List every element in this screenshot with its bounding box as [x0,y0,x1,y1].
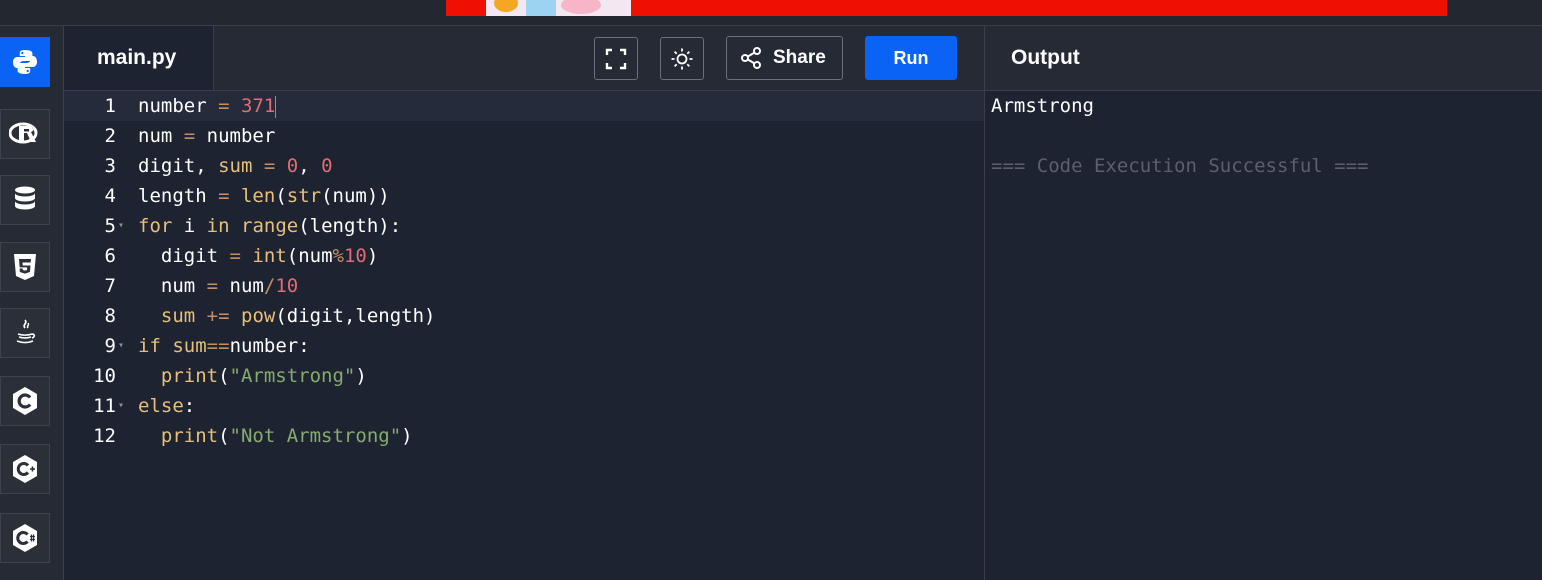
file-tab[interactable]: main.py [64,26,214,90]
code-text: if sum==number: [138,335,310,357]
html5-icon [14,254,36,280]
code-line: 1 number = 371 [64,91,984,121]
fold-arrow-icon[interactable]: ▾ [118,331,124,361]
cpp-lang-button[interactable] [0,444,50,494]
share-label: Share [773,47,826,68]
fold-arrow-icon[interactable]: ▾ [118,391,124,421]
line-number: 12 [93,425,116,447]
sql-lang-button[interactable] [0,175,50,225]
csharp-lang-button[interactable] [0,513,50,563]
code-line: 7 num = num/10 [64,271,984,301]
code-text: else: [138,395,196,417]
line-number: 3 [104,155,116,177]
editor-toolbar: main.py Share Run [64,26,984,91]
line-number: 8 [104,305,116,327]
code-line: 4 length = len(str(num)) [64,181,984,211]
r-icon [9,122,38,144]
fold-arrow-icon[interactable]: ▾ [118,211,124,241]
fullscreen-icon [605,48,627,69]
code-line: 2 num = number [64,121,984,151]
fullscreen-button[interactable] [594,37,638,80]
code-line: 10 print("Armstrong") [64,361,984,391]
share-icon [741,47,761,69]
cpp-icon [13,455,37,483]
code-text: for i in range(length): [138,215,402,237]
code-text: digit = int(num%10) [138,245,379,267]
line-number: 2 [104,125,116,147]
r-lang-button[interactable] [0,109,50,159]
code-text: number = 371 [138,95,277,118]
code-line: 9 ▾ if sum==number: [64,331,984,361]
code-text: length = len(str(num)) [138,185,390,207]
code-text: sum += pow(digit,length) [160,305,436,327]
output-result: Armstrong [991,95,1094,117]
code-editor[interactable]: 1 number = 371 2 num = number 3 digit, s… [64,91,984,580]
run-button[interactable]: Run [865,36,957,80]
line-number: 5 [104,215,116,237]
sun-icon [671,48,693,69]
output-header: Output [985,26,1542,91]
python-lang-button[interactable] [0,37,50,87]
execution-status: === Code Execution Successful === [991,155,1369,177]
language-sidebar [0,26,64,580]
top-bar [0,0,1542,26]
output-title: Output [1011,46,1080,69]
code-text: num = number [138,125,276,147]
code-text: print("Armstrong") [160,365,367,387]
c-icon [13,387,37,415]
code-text: print("Not Armstrong") [160,425,413,447]
code-line: 3 digit, sum = 0, 0 [64,151,984,181]
code-line: 8 sum += pow(digit,length) [64,301,984,331]
code-line: 12 print("Not Armstrong") [64,421,984,451]
share-button[interactable]: Share [726,36,843,80]
c-lang-button[interactable] [0,376,50,426]
code-line: 6 digit = int(num%10) [64,241,984,271]
java-icon [16,319,36,344]
banner-artwork [486,0,631,16]
java-lang-button[interactable] [0,308,50,358]
code-line: 11 ▾ else: [64,391,984,421]
html-lang-button[interactable] [0,242,50,292]
line-number: 10 [93,365,116,387]
line-number: 1 [104,95,116,117]
output-panel: Armstrong === Code Execution Successful … [985,91,1542,580]
line-number: 4 [104,185,116,207]
line-number: 11 [93,395,116,417]
line-number: 9 [104,335,116,357]
line-number: 6 [104,245,116,267]
ad-banner[interactable] [446,0,1447,16]
theme-toggle-button[interactable] [660,37,704,80]
code-text: num = num/10 [138,275,299,297]
code-text: digit, sum = 0, 0 [138,155,333,177]
line-number: 7 [104,275,116,297]
code-line: 5 ▾ for i in range(length): [64,211,984,241]
database-icon [15,186,35,210]
python-icon [13,50,37,74]
csharp-icon [13,524,37,552]
